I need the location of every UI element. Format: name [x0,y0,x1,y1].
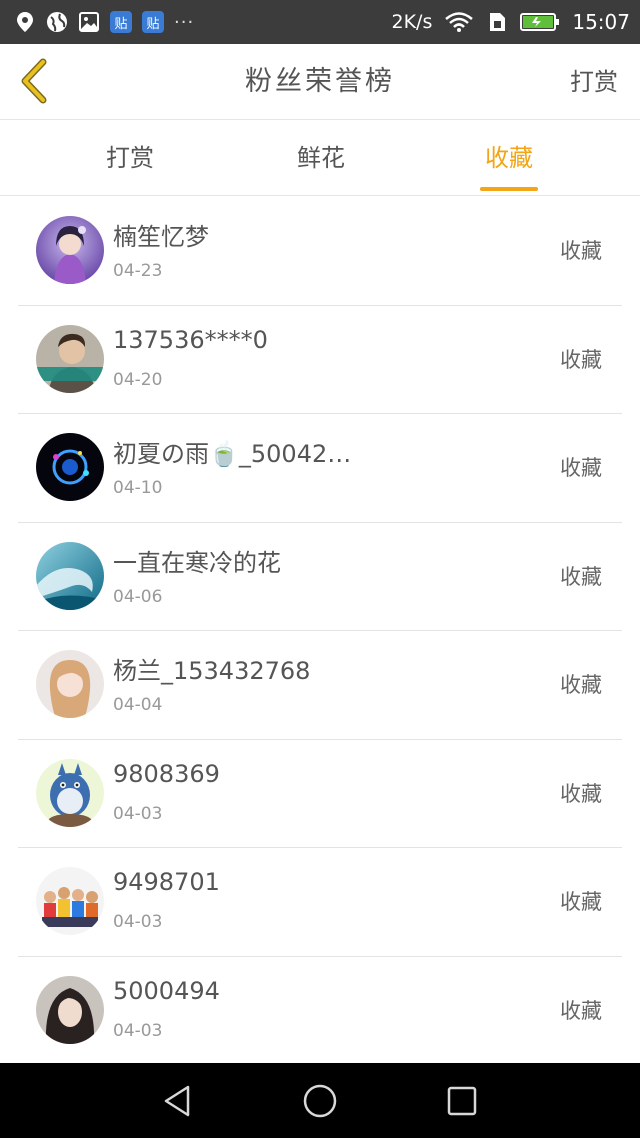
fan-action: 收藏 [560,890,602,914]
avatar [36,758,104,827]
fan-name: 一直在寒冷的花 [113,548,281,577]
app-header: 粉丝荣誉榜 打赏 [0,44,640,120]
nav-recents-button[interactable] [442,1081,482,1121]
avatar [36,216,104,284]
tab-bar: 打赏 鲜花 收藏 [0,121,640,196]
fan-date: 04-04 [113,695,163,715]
status-left: 贴 贴 ··· [14,8,194,36]
list-item[interactable]: 137536****0 04-20 收藏 [0,306,640,415]
tab-favorites[interactable]: 收藏 [449,121,569,196]
sim-icon [486,11,508,33]
fan-action: 收藏 [560,347,602,372]
fan-name: 初夏の雨🍵_50042… [113,440,352,468]
tieba-badge-icon: 贴 [110,11,132,33]
page-title: 粉丝荣誉榜 [245,66,395,97]
fan-action: 收藏 [560,673,602,697]
avatar [36,541,104,610]
more-notifications: ··· [174,11,195,33]
fan-date: 04-03 [113,1020,163,1041]
avatar [36,433,104,501]
clock: 15:07 [572,10,630,34]
nav-home-button[interactable] [300,1081,340,1121]
fan-name: 9498701 [113,868,220,896]
avatar [36,650,104,718]
avatar [36,975,104,1044]
list-item[interactable]: 9808369 04-03 收藏 [0,740,640,849]
reward-button[interactable]: 打赏 [570,44,618,120]
fan-date: 04-03 [113,912,163,932]
fan-action: 收藏 [560,998,602,1023]
fan-name: 楠笙忆梦 [113,223,209,251]
square-recents-icon [447,1086,477,1116]
avatar [36,867,104,935]
fan-action: 收藏 [560,456,602,480]
fan-name: 5000494 [113,976,220,1005]
list-item[interactable]: 5000494 04-03 收藏 [0,957,640,1066]
fan-name: 9808369 [113,759,220,788]
nav-back-button[interactable] [158,1081,198,1121]
active-tab-indicator [480,187,538,191]
status-right: 2K/s 15:07 [392,8,631,36]
triangle-back-icon [164,1085,190,1117]
fan-date: 04-20 [113,369,163,390]
fan-action: 收藏 [560,239,602,263]
list-item[interactable]: 杨兰_153432768 04-04 收藏 [0,631,640,740]
fan-action: 收藏 [560,564,602,589]
fan-date: 04-06 [113,586,163,607]
status-bar: 贴 贴 ··· 2K/s 15:07 [0,0,640,44]
fan-list: 楠笙忆梦 04-23 收藏 137536****0 04-20 收藏 初夏の雨🍵… [0,197,640,1065]
list-item[interactable]: 楠笙忆梦 04-23 收藏 [0,197,640,306]
fan-name: 137536****0 [113,325,268,354]
tab-favorites-label: 收藏 [485,144,533,172]
list-item[interactable]: 初夏の雨🍵_50042… 04-10 收藏 [0,414,640,523]
network-speed: 2K/s [391,11,433,33]
location-icon [14,11,36,33]
fan-date: 04-03 [113,803,163,824]
list-item[interactable]: 一直在寒冷的花 04-06 收藏 [0,523,640,632]
tieba-badge-icon: 贴 [142,11,164,33]
system-nav-bar [0,1063,640,1138]
fan-name: 杨兰_153432768 [113,657,311,685]
fan-date: 04-10 [113,478,163,498]
tab-reward[interactable]: 打赏 [70,121,190,196]
list-item[interactable]: 9498701 04-03 收藏 [0,848,640,957]
globe-icon [46,11,68,33]
battery-icon [520,11,560,33]
fan-date: 04-23 [113,261,163,281]
wifi-icon [444,11,474,33]
image-icon [78,11,100,33]
avatar [36,324,104,393]
circle-home-icon [303,1084,337,1118]
fan-action: 收藏 [560,781,602,806]
tab-flowers[interactable]: 鲜花 [261,121,381,196]
